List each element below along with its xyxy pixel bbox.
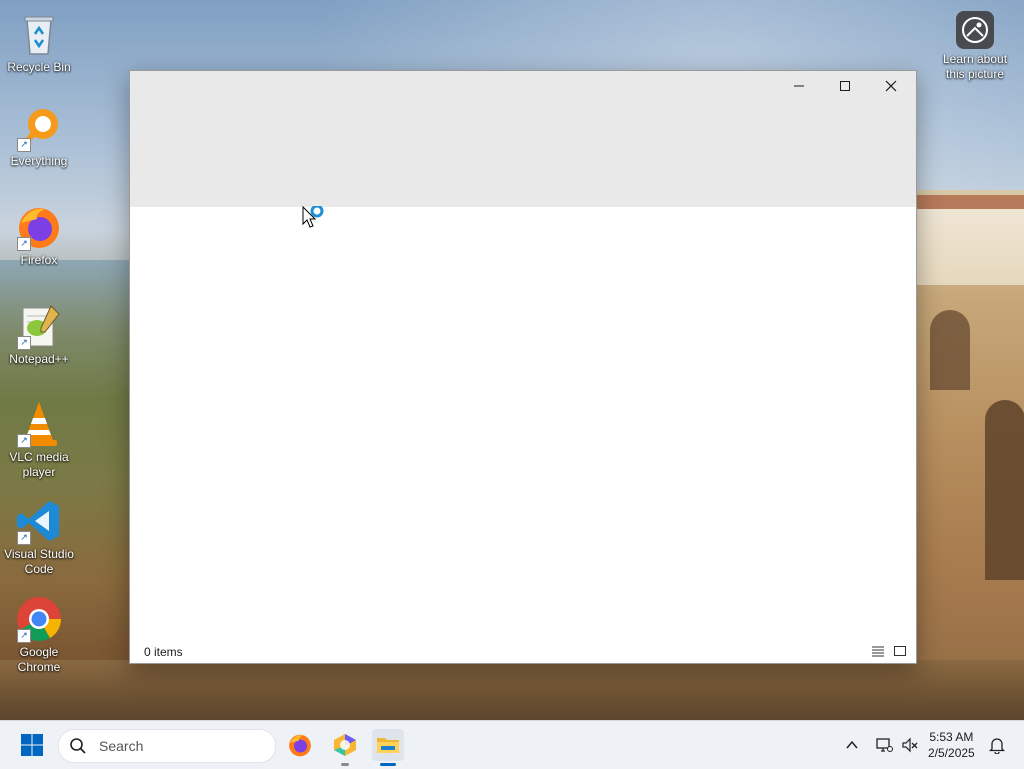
search-input[interactable]	[97, 737, 271, 755]
shortcut-arrow-icon: ↗	[17, 434, 31, 448]
desktop-icon-label: Learn about this picture	[942, 52, 1008, 81]
windows-logo-icon	[21, 734, 43, 756]
shortcut-arrow-icon: ↗	[17, 138, 31, 152]
notepad-plus-plus-icon: ↗	[15, 302, 63, 350]
vscode-icon: ↗	[15, 497, 63, 545]
taskbar: 5:53 AM 2/5/2025	[0, 720, 1024, 769]
bell-icon	[988, 738, 1006, 754]
recycle-bin-icon	[15, 10, 63, 58]
active-indicator	[380, 763, 396, 766]
desktop-icon-vscode[interactable]: ↗ Visual Studio Code	[0, 497, 78, 577]
minimize-button[interactable]	[776, 71, 822, 101]
desktop-icon-label: VLC media player	[9, 450, 69, 479]
desktop-icon-label: Notepad++	[9, 352, 69, 366]
maximize-icon	[840, 81, 850, 91]
chevron-up-icon	[846, 740, 858, 749]
file-list-area[interactable]	[130, 207, 916, 637]
status-item-count: 0 items	[144, 645, 183, 659]
copilot-icon	[334, 734, 356, 756]
firefox-icon	[289, 734, 311, 757]
speaker-muted-icon	[902, 737, 918, 753]
desktop-icon-chrome[interactable]: ↗ Google Chrome	[0, 595, 78, 675]
tiles-view-button[interactable]	[892, 643, 908, 659]
clock-date: 2/5/2025	[928, 746, 975, 760]
firefox-icon: ↗	[15, 203, 63, 251]
clock-time: 5:53 AM	[929, 730, 974, 744]
taskbar-clock[interactable]: 5:53 AM 2/5/2025	[928, 729, 975, 761]
file-explorer-window[interactable]: 0 items	[129, 70, 917, 664]
desktop-icon-notepadpp[interactable]: ↗ Notepad++	[0, 302, 78, 367]
desktop-icon-vlc[interactable]: ↗ VLC media player	[0, 400, 78, 480]
desktop-icon-label: Recycle Bin	[7, 60, 71, 74]
vlc-cone-icon: ↗	[15, 400, 63, 448]
desktop-icon-label: Google Chrome	[17, 645, 61, 674]
shortcut-arrow-icon: ↗	[17, 531, 31, 545]
details-view-button[interactable]	[870, 643, 886, 659]
details-view-icon	[872, 646, 884, 657]
desktop-icon-recycle-bin[interactable]: Recycle Bin	[0, 10, 78, 75]
wallpaper-arch	[985, 400, 1024, 580]
start-button[interactable]	[16, 729, 48, 761]
shortcut-arrow-icon: ↗	[17, 629, 31, 643]
running-indicator	[341, 763, 349, 766]
shortcut-arrow-icon: ↗	[17, 336, 31, 350]
show-hidden-icons-button[interactable]	[836, 729, 868, 761]
notifications-button[interactable]	[981, 729, 1013, 761]
volume-button[interactable]	[894, 729, 926, 761]
taskbar-firefox-button[interactable]	[284, 729, 316, 761]
desktop-icon-label: Visual Studio Code	[4, 547, 74, 576]
network-monitor-icon	[876, 738, 893, 752]
mouse-cursor-busy-icon	[302, 204, 328, 237]
desktop-icon-label: Firefox	[20, 253, 58, 267]
wallpaper-roof	[915, 195, 1024, 209]
search-icon	[70, 738, 86, 754]
wallpaper-ground	[0, 660, 1024, 720]
shortcut-arrow-icon: ↗	[17, 237, 31, 251]
taskbar-copilot-button[interactable]	[329, 729, 361, 761]
folder-icon	[377, 738, 399, 753]
close-icon	[885, 80, 897, 92]
maximize-button[interactable]	[822, 71, 868, 101]
desktop-icon-firefox[interactable]: ↗ Firefox	[0, 203, 78, 268]
minimize-icon	[794, 85, 804, 87]
chrome-icon: ↗	[15, 595, 63, 643]
wallpaper-arch	[930, 310, 970, 390]
close-button[interactable]	[868, 71, 914, 101]
desktop-icon-label: Everything	[10, 154, 68, 168]
desktop-icon-learn-about-picture[interactable]: Learn about this picture	[936, 10, 1014, 82]
learn-about-picture-icon	[955, 10, 995, 50]
desktop-icon-everything[interactable]: ↗ Everything	[0, 104, 78, 169]
tiles-view-icon	[894, 646, 906, 656]
taskbar-search-box[interactable]	[58, 729, 276, 763]
taskbar-file-explorer-button[interactable]	[372, 729, 404, 761]
everything-search-icon: ↗	[15, 104, 63, 152]
